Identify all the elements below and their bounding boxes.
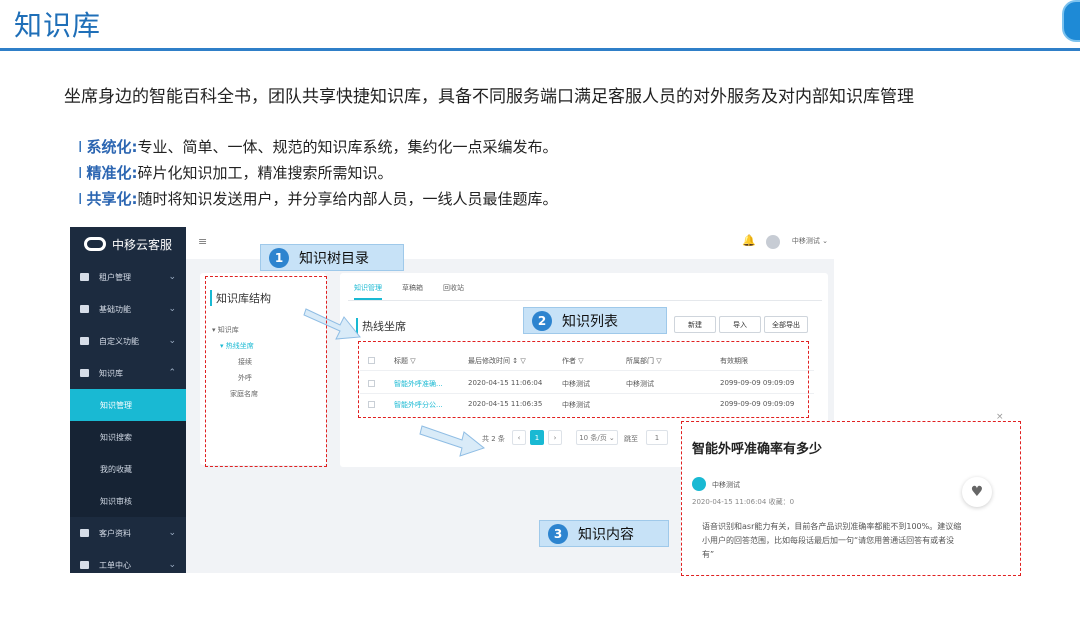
sidebar-item-label: 基础功能 bbox=[99, 304, 131, 314]
feature-text: 碎片化知识加工，精准搜索所需知识。 bbox=[137, 164, 393, 182]
feature-key: 精准化: bbox=[86, 164, 138, 182]
intro-subtitle: 坐席身边的智能百科全书，团队共享快捷知识库，具备不同服务端口满足客服人员的对外服… bbox=[64, 87, 914, 107]
chevron-up-icon: ⌃ bbox=[168, 368, 176, 378]
new-button[interactable]: 新建 bbox=[674, 316, 716, 333]
title-divider bbox=[0, 48, 1080, 51]
callout-list: 2 知识列表 bbox=[523, 307, 667, 334]
subnav-favorites[interactable]: 我的收藏 bbox=[70, 453, 186, 485]
briefcase-icon bbox=[80, 337, 89, 345]
tab-recycle-bin[interactable]: 回收站 bbox=[443, 283, 464, 300]
bullet-marker: I bbox=[78, 164, 83, 182]
feature-list: I 系统化:专业、简单、一体、规范的知识库系统，集约化一点采编发布。 I 精准化:碎… bbox=[78, 134, 557, 212]
sidebar-item-ticket[interactable]: 工单中心 ⌄ bbox=[70, 549, 186, 573]
chevron-down-icon: ⌄ bbox=[168, 528, 176, 538]
brand-name: 中移云客服 bbox=[112, 237, 173, 252]
brand-logo bbox=[1062, 0, 1080, 42]
sidebar-item-label: 客户资料 bbox=[99, 528, 131, 538]
feature-key: 共享化: bbox=[86, 190, 138, 208]
slide: 知识库 坐席身边的智能百科全书，团队共享快捷知识库，具备不同服务端口满足客服人员… bbox=[0, 0, 1080, 627]
user-menu[interactable]: 中移测试 ⌄ bbox=[792, 236, 828, 246]
cloud-logo-icon bbox=[84, 237, 106, 251]
callout-number: 3 bbox=[548, 523, 568, 544]
sidebar-item-label: 自定义功能 bbox=[99, 336, 139, 346]
sidebar-item-label: 租户管理 bbox=[99, 272, 131, 282]
chevron-down-icon: ⌄ bbox=[168, 272, 176, 282]
list-highlight bbox=[358, 341, 809, 418]
content-meta: 2020-04-15 11:06:04 收藏：0 bbox=[692, 498, 795, 506]
author-avatar bbox=[692, 477, 706, 491]
bell-icon[interactable]: 🔔 bbox=[742, 234, 756, 247]
ticket-icon bbox=[80, 561, 89, 569]
sidebar-item-tenant[interactable]: 租户管理 ⌄ bbox=[70, 261, 186, 293]
callout-label: 知识树目录 bbox=[299, 250, 369, 267]
sidebar-item-customer[interactable]: 客户资料 ⌄ bbox=[70, 517, 186, 549]
tab-divider bbox=[348, 300, 822, 301]
heart-icon[interactable]: ♥ bbox=[962, 477, 992, 507]
feature-item: I 精准化:碎片化知识加工，精准搜索所需知识。 bbox=[78, 160, 557, 186]
callout-label: 知识列表 bbox=[562, 313, 618, 330]
pager-goto-input[interactable]: 1 bbox=[646, 430, 668, 445]
bullet-marker: I bbox=[78, 190, 83, 208]
chevron-down-icon: ⌄ bbox=[168, 560, 176, 570]
page-size-select[interactable]: 10 条/页 ⌄ bbox=[576, 430, 618, 445]
pager-prev[interactable]: ‹ bbox=[512, 430, 526, 445]
arrow-to-content-icon bbox=[419, 425, 486, 457]
feature-key: 系统化: bbox=[86, 138, 138, 156]
tree-highlight bbox=[205, 276, 327, 467]
pager-next[interactable]: › bbox=[548, 430, 562, 445]
pager-current[interactable]: 1 bbox=[530, 430, 544, 445]
user-icon bbox=[80, 529, 89, 537]
export-all-button[interactable]: 全部导出 bbox=[764, 316, 808, 333]
sidebar-item-basic[interactable]: 基础功能 ⌄ bbox=[70, 293, 186, 325]
feature-text: 专业、简单、一体、规范的知识库系统，集约化一点采编发布。 bbox=[137, 138, 558, 156]
feature-text: 随时将知识发送用户，并分享给内部人员，一线人员最佳题库。 bbox=[137, 190, 558, 208]
tenant-icon bbox=[80, 273, 89, 281]
callout-label: 知识内容 bbox=[578, 526, 634, 543]
app-brand[interactable]: 中移云客服 bbox=[70, 227, 186, 261]
import-button[interactable]: 导入 bbox=[719, 316, 761, 333]
sidebar-item-label: 工单中心 bbox=[99, 560, 131, 570]
bullet-marker: I bbox=[78, 138, 83, 156]
tab-bar: 知识管理 草稿箱 回收站 bbox=[354, 283, 464, 300]
book-icon bbox=[80, 369, 89, 377]
content-title: 智能外呼准确率有多少 bbox=[692, 442, 823, 457]
content-author: 中移测试 bbox=[712, 481, 740, 489]
subnav-review[interactable]: 知识审核 bbox=[70, 485, 186, 517]
callout-number: 1 bbox=[269, 247, 289, 268]
feature-item: I 系统化:专业、简单、一体、规范的知识库系统，集约化一点采编发布。 bbox=[78, 134, 557, 160]
callout-tree: 1 知识树目录 bbox=[260, 244, 404, 271]
menu-icon[interactable]: ≡ bbox=[198, 235, 207, 248]
sidebar-item-custom[interactable]: 自定义功能 ⌄ bbox=[70, 325, 186, 357]
chevron-down-icon: ⌄ bbox=[168, 336, 176, 346]
callout-number: 2 bbox=[532, 310, 552, 331]
subnav-knowledge-search[interactable]: 知识搜索 bbox=[70, 421, 186, 453]
avatar[interactable] bbox=[766, 235, 780, 249]
page-title: 知识库 bbox=[14, 9, 102, 42]
grid-icon bbox=[80, 305, 89, 313]
chevron-down-icon: ⌄ bbox=[168, 304, 176, 314]
callout-content: 3 知识内容 bbox=[539, 520, 669, 547]
content-body: 语音识别和asr能力有关，目前各产品识别准确率都能不到100%。建议缩小用户的回… bbox=[702, 522, 962, 559]
feature-item: I 共享化:随时将知识发送用户，并分享给内部人员，一线人员最佳题库。 bbox=[78, 186, 557, 212]
subnav-knowledge-manage[interactable]: 知识管理 bbox=[70, 389, 186, 421]
knowledge-content-panel: 智能外呼准确率有多少 中移测试 2020-04-15 11:06:04 收藏：0… bbox=[681, 421, 1021, 576]
sidebar-item-label: 知识库 bbox=[99, 368, 123, 378]
tab-drafts[interactable]: 草稿箱 bbox=[402, 283, 423, 300]
sidebar: 中移云客服 租户管理 ⌄ 基础功能 ⌄ 自定义功能 ⌄ 知识库 ⌃ 知识管理 知识搜索 … bbox=[70, 227, 186, 573]
sidebar-item-knowledge[interactable]: 知识库 ⌃ bbox=[70, 357, 186, 389]
pager-goto-label: 跳至 bbox=[624, 435, 638, 443]
